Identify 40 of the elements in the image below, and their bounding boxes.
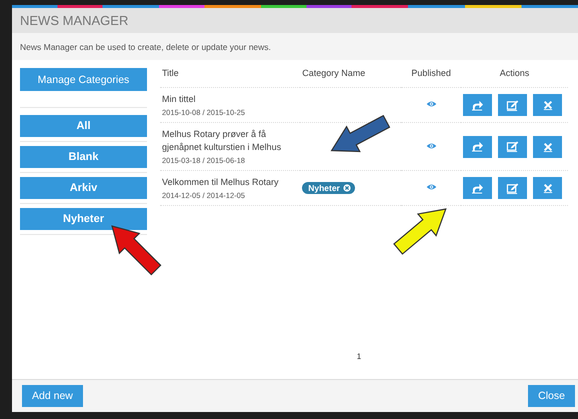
- close-button[interactable]: Close: [528, 385, 575, 407]
- eye-icon[interactable]: [426, 100, 437, 108]
- share-icon: [471, 141, 484, 152]
- category-button[interactable]: Nyheter: [20, 208, 147, 230]
- edit-icon: [506, 141, 519, 152]
- share-button[interactable]: [463, 136, 492, 158]
- window-title: NEWS MANAGER: [20, 13, 128, 28]
- close-icon: [542, 100, 552, 110]
- edit-icon: [506, 100, 519, 110]
- column-header: Title: [162, 68, 179, 78]
- category-button[interactable]: Arkiv: [20, 177, 147, 199]
- eye-icon[interactable]: [426, 142, 437, 150]
- delete-button[interactable]: [533, 177, 562, 199]
- share-icon: [471, 182, 484, 194]
- page-link[interactable]: 1: [356, 352, 362, 361]
- category-button[interactable]: All: [20, 115, 147, 137]
- column-header: Category Name: [302, 68, 366, 78]
- eye-icon[interactable]: [426, 183, 437, 191]
- remove-icon[interactable]: [342, 184, 351, 192]
- news-title: Melhus Rotary prøver å få gjenåpnet kulturstien i Melhus: [162, 128, 282, 154]
- news-title: Min tittel: [162, 93, 197, 106]
- manage-categories-button[interactable]: Manage Categories: [20, 68, 147, 91]
- edit-button[interactable]: [498, 177, 527, 199]
- news-title: Velkommen til Melhus Rotary: [162, 176, 280, 189]
- close-icon: [542, 183, 552, 193]
- close-icon: [542, 142, 552, 152]
- share-icon: [471, 100, 484, 110]
- edit-button[interactable]: [498, 94, 527, 116]
- description-text: News Manager can be used to create, delete or update your news.: [20, 42, 271, 52]
- category-button[interactable]: Blank: [20, 146, 147, 168]
- delete-button[interactable]: [533, 136, 562, 158]
- edit-icon: [506, 182, 519, 194]
- share-button[interactable]: [463, 94, 492, 116]
- share-button[interactable]: [463, 177, 492, 199]
- add-new-button[interactable]: Add new: [22, 385, 83, 407]
- category-tag[interactable]: Nyheter: [302, 182, 355, 194]
- column-header: Actions: [500, 68, 530, 78]
- delete-button[interactable]: [533, 94, 562, 116]
- column-header: Published: [411, 68, 451, 78]
- edit-button[interactable]: [498, 136, 527, 158]
